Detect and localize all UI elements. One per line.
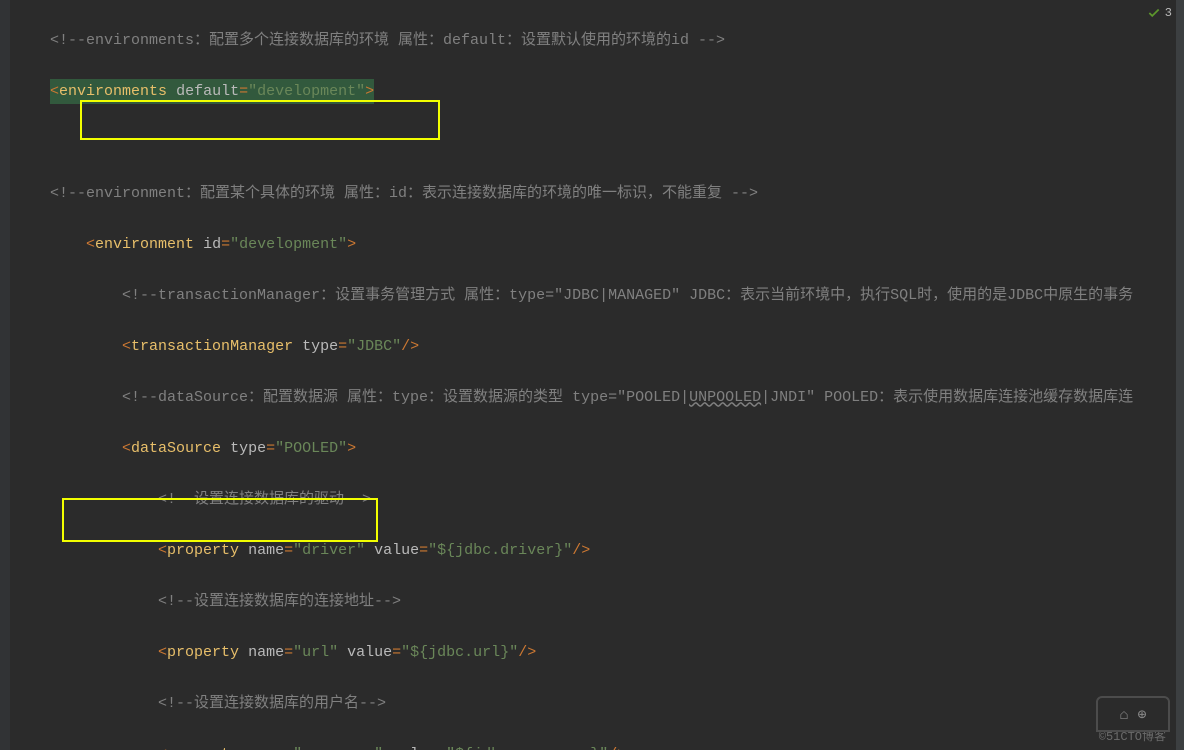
code-line[interactable]: <property name="driver" value="${jdbc.dr… xyxy=(14,538,1174,564)
code-line[interactable]: <!--environments：配置多个连接数据库的环境 属性：default… xyxy=(14,28,1174,54)
code-editor[interactable]: 3 <!--environments：配置多个连接数据库的环境 属性：defau… xyxy=(0,0,1184,750)
code-line[interactable]: <!--设置连接数据库的驱动--> xyxy=(14,487,1174,513)
code-line[interactable]: <property name="username" value="${jdbc.… xyxy=(14,742,1174,750)
code-line[interactable]: <!--transactionManager：设置事务管理方式 属性：type=… xyxy=(14,283,1174,309)
code-line[interactable]: <environments default="development"> xyxy=(14,79,1174,105)
vertical-scrollbar[interactable] xyxy=(1176,0,1184,750)
code-line[interactable]: <environment id="development"> xyxy=(14,232,1174,258)
code-line[interactable]: <!--environment：配置某个具体的环境 属性：id：表示连接数据库的… xyxy=(14,181,1174,207)
code-line[interactable]: <dataSource type="POOLED"> xyxy=(14,436,1174,462)
bot-icon: ⌂ ⊕ xyxy=(1096,696,1170,732)
code-line[interactable]: <transactionManager type="JDBC"/> xyxy=(14,334,1174,360)
code-line[interactable]: <!--设置连接数据库的用户名--> xyxy=(14,691,1174,717)
code-line[interactable]: <!--设置连接数据库的连接地址--> xyxy=(14,589,1174,615)
code-line[interactable]: <property name="url" value="${jdbc.url}"… xyxy=(14,640,1174,666)
code-area[interactable]: <!--environments：配置多个连接数据库的环境 属性：default… xyxy=(10,0,1174,750)
code-line[interactable] xyxy=(14,130,1174,156)
code-line[interactable]: <!--dataSource：配置数据源 属性：type：设置数据源的类型 ty… xyxy=(14,385,1174,411)
gutter xyxy=(0,0,10,750)
